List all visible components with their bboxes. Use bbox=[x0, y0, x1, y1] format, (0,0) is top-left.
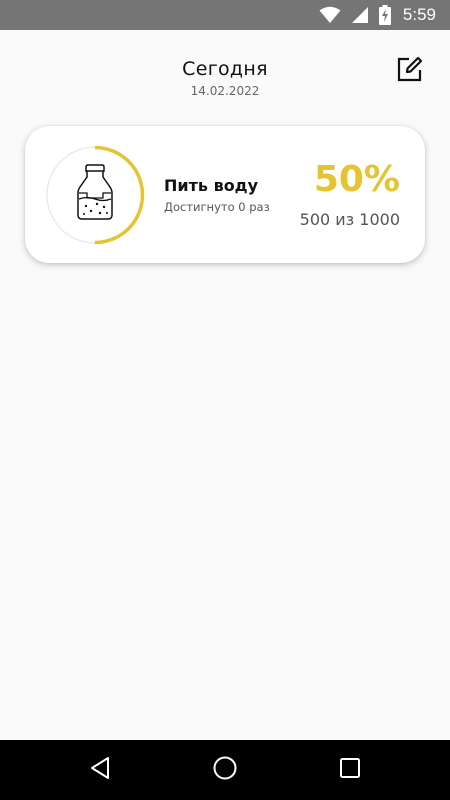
back-button[interactable] bbox=[85, 755, 115, 785]
habit-percent: 50% bbox=[313, 159, 400, 200]
status-bar: 5:59 bbox=[0, 0, 450, 30]
back-icon bbox=[89, 756, 111, 784]
home-button[interactable] bbox=[210, 755, 240, 785]
recents-icon bbox=[339, 757, 361, 783]
page-title: Сегодня bbox=[182, 58, 268, 80]
page-date: 14.02.2022 bbox=[190, 84, 260, 98]
habit-amount: 500 из 1000 bbox=[299, 210, 400, 229]
signal-icon bbox=[351, 6, 369, 24]
habit-name: Пить воду bbox=[164, 176, 259, 195]
bottle-icon bbox=[75, 163, 115, 223]
home-icon bbox=[212, 755, 238, 785]
recents-button[interactable] bbox=[335, 755, 365, 785]
habit-subtitle: Достигнуто 0 раз bbox=[164, 200, 270, 214]
navigation-bar bbox=[0, 740, 450, 800]
wifi-icon bbox=[319, 6, 341, 24]
edit-icon bbox=[396, 55, 424, 87]
habit-card[interactable]: Пить воду Достигнуто 0 раз 50% 500 из 10… bbox=[25, 126, 425, 263]
header: Сегодня 14.02.2022 bbox=[0, 30, 450, 120]
status-time: 5:59 bbox=[402, 5, 436, 24]
edit-button[interactable] bbox=[394, 55, 426, 87]
battery-charging-icon bbox=[378, 5, 391, 25]
